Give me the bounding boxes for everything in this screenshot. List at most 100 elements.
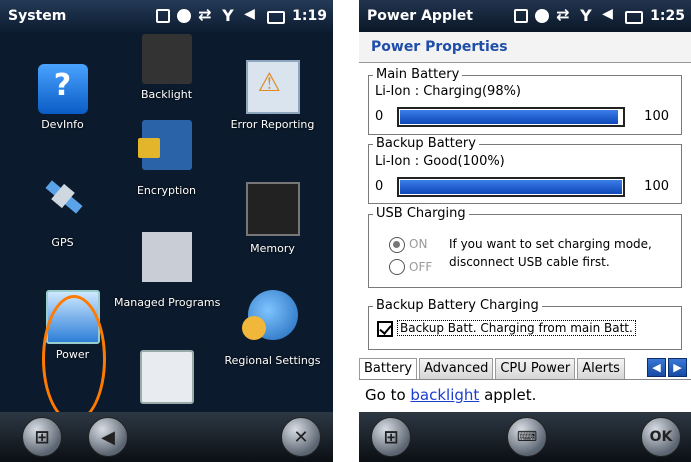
sync-icon[interactable] (535, 9, 550, 23)
connectivity-icon[interactable] (556, 5, 572, 24)
tab-strip: Battery Advanced CPU Power Alerts ◀ ▶ (359, 357, 691, 380)
error-reporting-icon (245, 60, 300, 114)
usb-note-line1: If you want to set charging mode, (449, 237, 652, 251)
phone-icon[interactable] (514, 9, 529, 23)
link-prefix: Go to (365, 386, 411, 404)
page-title: Power Properties (359, 32, 691, 63)
tab-scroll-left-button[interactable]: ◀ (647, 358, 666, 377)
app-label: Managed Programs (114, 296, 221, 309)
app-grid: Backlight ? DevInfo Error Reporting Encr… (0, 32, 333, 423)
battery-status-icon[interactable] (625, 10, 644, 24)
app-label: DevInfo (41, 118, 84, 131)
windows-start-icon: ⊞ (383, 426, 399, 448)
backup-charging-checkbox[interactable] (377, 321, 393, 337)
backup-charging-label[interactable]: Backup Batt. Charging from main Batt. (397, 320, 636, 336)
keyboard-button[interactable]: ⌨ (507, 417, 547, 457)
satellite-icon (38, 172, 88, 222)
progress-max: 100 (644, 109, 669, 124)
progress-max: 100 (644, 179, 669, 194)
app-encryption[interactable]: Encryption (114, 120, 219, 197)
window-title: Power Applet (367, 8, 473, 24)
app-label: GPS (51, 236, 74, 249)
battery-status-icon[interactable] (267, 10, 286, 24)
usb-on-radio[interactable] (389, 237, 405, 253)
globe-clock-icon (241, 290, 298, 340)
back-button[interactable]: ◀ (88, 417, 128, 457)
phone-icon[interactable] (156, 9, 171, 23)
signal-icon[interactable] (221, 6, 237, 25)
encryption-lock-icon (137, 120, 192, 170)
tab-battery[interactable]: Battery (359, 358, 418, 379)
power-applet-screen: Power Applet 1:25 Power Properties Main … (359, 0, 691, 462)
group-legend: Backup Battery (373, 136, 479, 151)
softkey-bar: ⊞ ⌨ OK (359, 412, 691, 462)
group-legend: USB Charging (373, 206, 469, 221)
group-legend: Backup Battery Charging (373, 298, 542, 313)
back-arrow-icon: ◀ (101, 426, 115, 448)
group-legend: Main Battery (373, 67, 463, 82)
clock[interactable]: 1:25 (650, 8, 685, 24)
progress-fill (399, 179, 623, 195)
status-bar: System 1:19 (0, 0, 333, 32)
app-memory[interactable]: Memory (220, 182, 325, 255)
managed-programs-icon (141, 232, 192, 282)
memory-chip-icon (245, 182, 300, 236)
app-label: Error Reporting (230, 118, 315, 131)
usb-note-line2: disconnect USB cable first. (449, 255, 610, 269)
usb-charging-group: USB Charging ON OFF If you want to set c… (368, 206, 682, 288)
backup-charging-group: Backup Battery Charging Backup Batt. Cha… (368, 298, 682, 350)
progress-min: 0 (375, 179, 384, 194)
backup-battery-group: Backup Battery Li-Ion : Good(100%) 0 100 (368, 136, 682, 204)
app-regional-settings[interactable]: Regional Settings (220, 290, 325, 367)
chevron-left-icon: ◀ (652, 361, 661, 374)
backlight-icon (141, 34, 192, 84)
app-label: Memory (250, 242, 295, 255)
backlight-link-row: Go to backlight applet. (359, 382, 691, 408)
sync-icon[interactable] (177, 9, 192, 23)
tab-alerts[interactable]: Alerts (577, 358, 625, 379)
windows-start-icon: ⊞ (34, 426, 50, 448)
windows-start-button[interactable]: ⊞ (22, 417, 62, 457)
main-battery-group: Main Battery Li-Ion : Charging(98%) 0 10… (368, 67, 682, 135)
app-devinfo[interactable]: ? DevInfo (10, 64, 115, 131)
link-suffix: applet. (479, 386, 537, 404)
app-gps[interactable]: GPS (10, 172, 115, 249)
backup-battery-status: Li-Ion : Good(100%) (375, 154, 505, 169)
main-battery-status: Li-Ion : Charging(98%) (375, 84, 522, 99)
usb-off-label: OFF (409, 260, 433, 274)
app-label: Backlight (140, 88, 193, 101)
chevron-right-icon: ▶ (673, 361, 682, 374)
window-title: System (8, 8, 67, 24)
app-backlight[interactable]: Backlight (114, 34, 219, 101)
main-battery-progress: 0 100 (375, 107, 675, 127)
close-button[interactable]: ✕ (281, 417, 321, 457)
backlight-link[interactable]: backlight (410, 386, 479, 404)
signal-icon[interactable] (579, 6, 595, 25)
system-screen: System 1:19 Backlight ? DevInfo Error Re… (0, 0, 333, 462)
highlight-circle (42, 295, 106, 423)
ok-button[interactable]: OK (641, 417, 681, 457)
progress-track (397, 107, 625, 127)
progress-min: 0 (375, 109, 384, 124)
keyboard-icon: ⌨ (516, 429, 538, 445)
close-x-icon: ✕ (293, 426, 309, 448)
app-error-reporting[interactable]: Error Reporting (220, 60, 325, 131)
connectivity-icon[interactable] (198, 5, 214, 24)
windows-start-button[interactable]: ⊞ (371, 417, 411, 457)
backup-battery-progress: 0 100 (375, 177, 675, 197)
app-label: Regional Settings (224, 354, 321, 367)
usb-off-radio[interactable] (389, 259, 405, 275)
tab-scroll-right-button[interactable]: ▶ (668, 358, 687, 377)
tab-cpu-power[interactable]: CPU Power (495, 358, 576, 379)
tab-advanced[interactable]: Advanced (419, 358, 494, 379)
volume-icon[interactable] (602, 6, 618, 24)
status-bar: Power Applet 1:25 (359, 0, 691, 32)
volume-icon[interactable] (244, 6, 260, 24)
progress-fill (399, 109, 619, 125)
clock[interactable]: 1:19 (292, 8, 327, 24)
progress-track (397, 177, 625, 197)
device-icon (139, 350, 194, 404)
softkey-bar: ⊞ ◀ ✕ (0, 412, 333, 462)
app-device[interactable] (114, 350, 219, 404)
app-managed-programs[interactable]: Managed Programs (114, 232, 221, 309)
